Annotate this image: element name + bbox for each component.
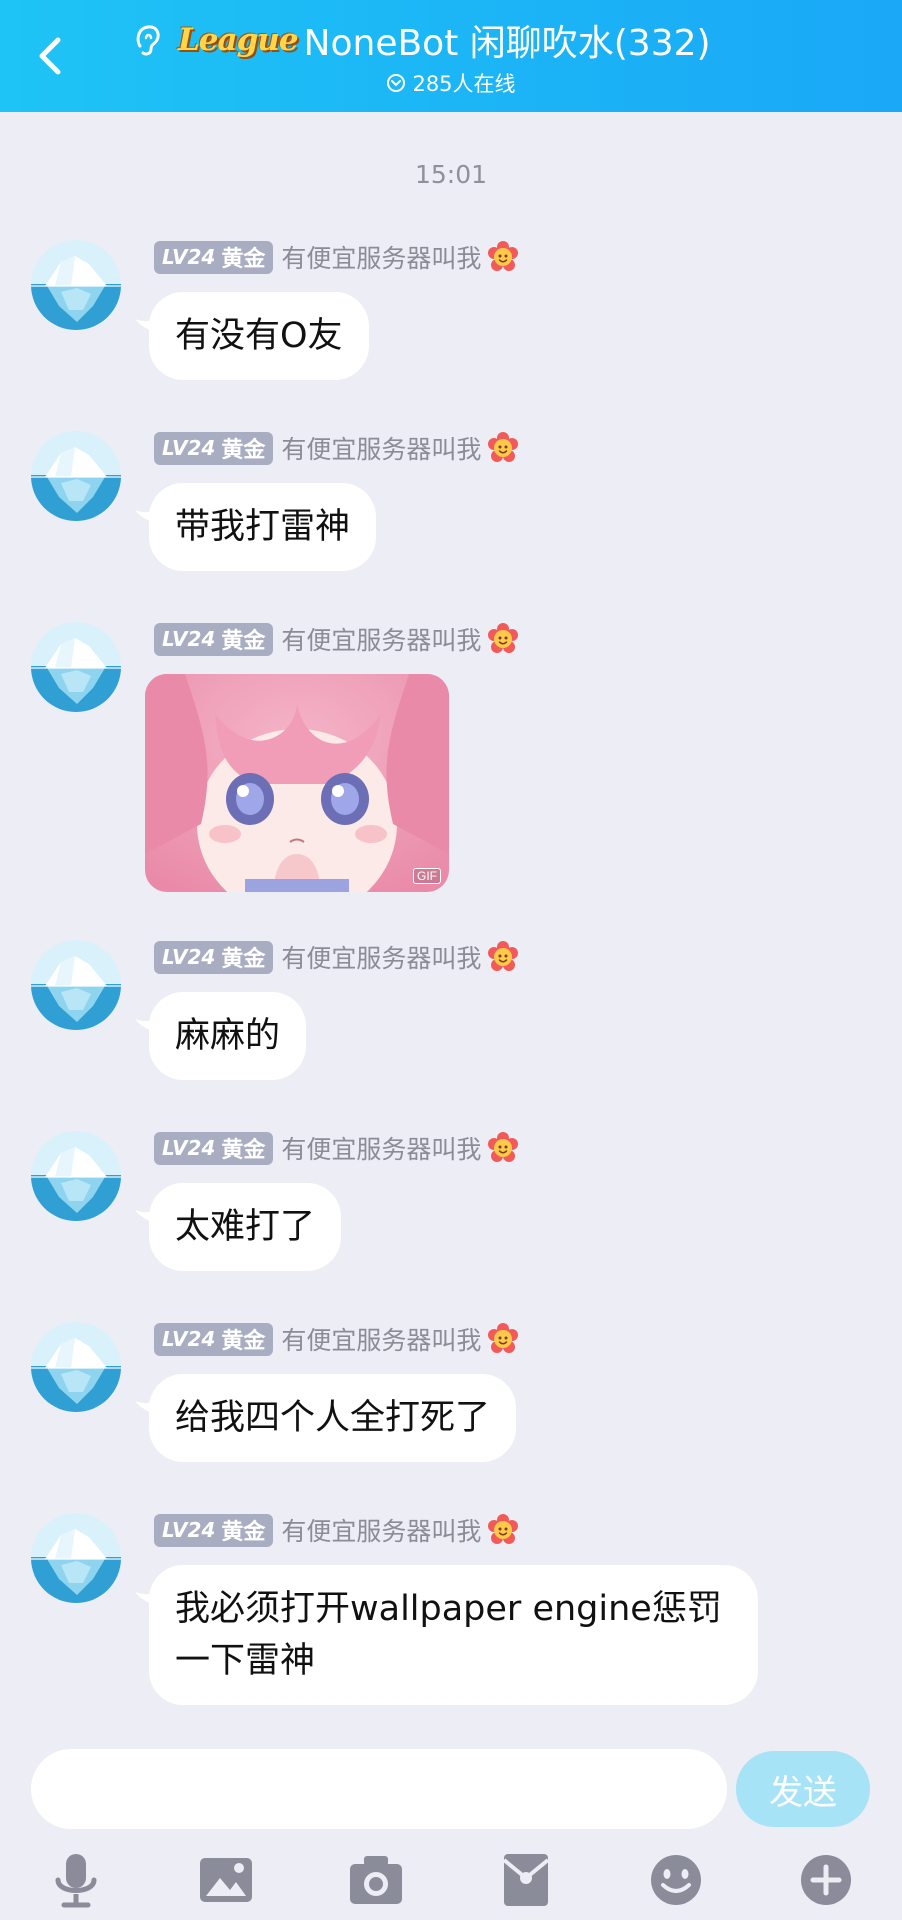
- flower-icon: [487, 623, 519, 655]
- level-value: LV24: [162, 1327, 216, 1351]
- plus-icon[interactable]: [796, 1850, 856, 1910]
- online-status: 285人在线: [0, 66, 902, 100]
- sender-nickname[interactable]: 有便宜服务器叫我: [281, 430, 481, 466]
- red-envelope-icon[interactable]: [496, 1850, 556, 1910]
- level-badge: LV24 黄金: [154, 1322, 274, 1356]
- timestamp: 15:01: [414, 160, 488, 189]
- flower-icon: [487, 941, 519, 973]
- sender-nickname[interactable]: 有便宜服务器叫我: [281, 1321, 481, 1357]
- rank-title: 黄金: [221, 629, 266, 654]
- camera-icon[interactable]: [346, 1850, 406, 1910]
- message-bubble[interactable]: 带我打雷神: [149, 483, 377, 571]
- level-value: LV24: [162, 245, 216, 269]
- flower-icon: [487, 432, 519, 464]
- avatar[interactable]: [31, 1513, 121, 1603]
- level-value: LV24: [162, 1136, 216, 1160]
- sender-nickname[interactable]: 有便宜服务器叫我: [281, 1512, 481, 1548]
- avatar[interactable]: [31, 1131, 121, 1221]
- avatar[interactable]: [31, 1322, 121, 1412]
- image-icon[interactable]: [196, 1850, 256, 1910]
- level-badge: LV24 黄金: [154, 1131, 274, 1165]
- microphone-icon[interactable]: [46, 1850, 106, 1910]
- sender-nickname[interactable]: 有便宜服务器叫我: [281, 1130, 481, 1166]
- avatar[interactable]: [31, 622, 121, 712]
- rank-title: 黄金: [221, 438, 266, 463]
- sender-nickname[interactable]: 有便宜服务器叫我: [281, 621, 481, 657]
- level-value: LV24: [162, 945, 216, 969]
- anime-girl-sticker[interactable]: GIF: [145, 674, 449, 892]
- message-bubble[interactable]: 给我四个人全打死了: [149, 1374, 517, 1462]
- send-button[interactable]: 发送: [736, 1751, 870, 1827]
- rank-title: 黄金: [221, 947, 266, 972]
- sender-meta: LV24 黄金 有便宜服务器叫我: [154, 622, 519, 656]
- rank-title: 黄金: [221, 1138, 266, 1163]
- flower-icon: [487, 1514, 519, 1546]
- header-title-row[interactable]: League NoneBot 闲聊吹水(332): [130, 14, 830, 66]
- flower-icon: [487, 1132, 519, 1164]
- level-badge: LV24 黄金: [154, 622, 274, 656]
- composer: 发送: [0, 1745, 902, 1835]
- level-value: LV24: [162, 1518, 216, 1542]
- sender-meta: LV24 黄金 有便宜服务器叫我: [154, 240, 519, 274]
- avatar[interactable]: [31, 431, 121, 521]
- chat-header: League NoneBot 闲聊吹水(332) 285人在线: [0, 0, 902, 112]
- bottom-toolbar: [0, 1840, 902, 1920]
- sender-nickname[interactable]: 有便宜服务器叫我: [281, 239, 481, 275]
- level-badge: LV24 黄金: [154, 240, 274, 274]
- level-value: LV24: [162, 436, 216, 460]
- level-badge: LV24 黄金: [154, 1513, 274, 1547]
- sender-meta: LV24 黄金 有便宜服务器叫我: [154, 1131, 519, 1165]
- chevron-circle-icon: [387, 74, 406, 92]
- message-bubble[interactable]: 麻麻的: [149, 992, 307, 1080]
- level-badge: LV24 黄金: [154, 431, 274, 465]
- gif-badge: GIF: [413, 868, 441, 884]
- flower-icon: [487, 241, 519, 273]
- level-value: LV24: [162, 627, 216, 651]
- level-badge: LV24 黄金: [154, 940, 274, 974]
- flower-icon: [487, 1323, 519, 1355]
- league-badge: League: [178, 22, 299, 58]
- sender-nickname[interactable]: 有便宜服务器叫我: [281, 939, 481, 975]
- emoji-icon[interactable]: [646, 1850, 706, 1910]
- avatar[interactable]: [31, 940, 121, 1030]
- rank-title: 黄金: [221, 1520, 266, 1545]
- ear-icon: [136, 25, 160, 56]
- message-bubble[interactable]: 太难打了: [149, 1183, 342, 1271]
- avatar[interactable]: [31, 240, 121, 330]
- message-bubble[interactable]: 我必须打开wallpaper engine惩罚一下雷神: [149, 1565, 758, 1705]
- sender-meta: LV24 黄金 有便宜服务器叫我: [154, 940, 519, 974]
- sender-meta: LV24 黄金 有便宜服务器叫我: [154, 1513, 519, 1547]
- group-title: NoneBot 闲聊吹水(332): [303, 23, 711, 64]
- rank-title: 黄金: [221, 1329, 266, 1354]
- online-count: 285人在线: [412, 72, 516, 96]
- message-bubble[interactable]: 有没有O友: [149, 292, 369, 380]
- rank-title: 黄金: [221, 247, 266, 272]
- sender-meta: LV24 黄金 有便宜服务器叫我: [154, 431, 519, 465]
- message-input[interactable]: [31, 1749, 727, 1829]
- sender-meta: LV24 黄金 有便宜服务器叫我: [154, 1322, 519, 1356]
